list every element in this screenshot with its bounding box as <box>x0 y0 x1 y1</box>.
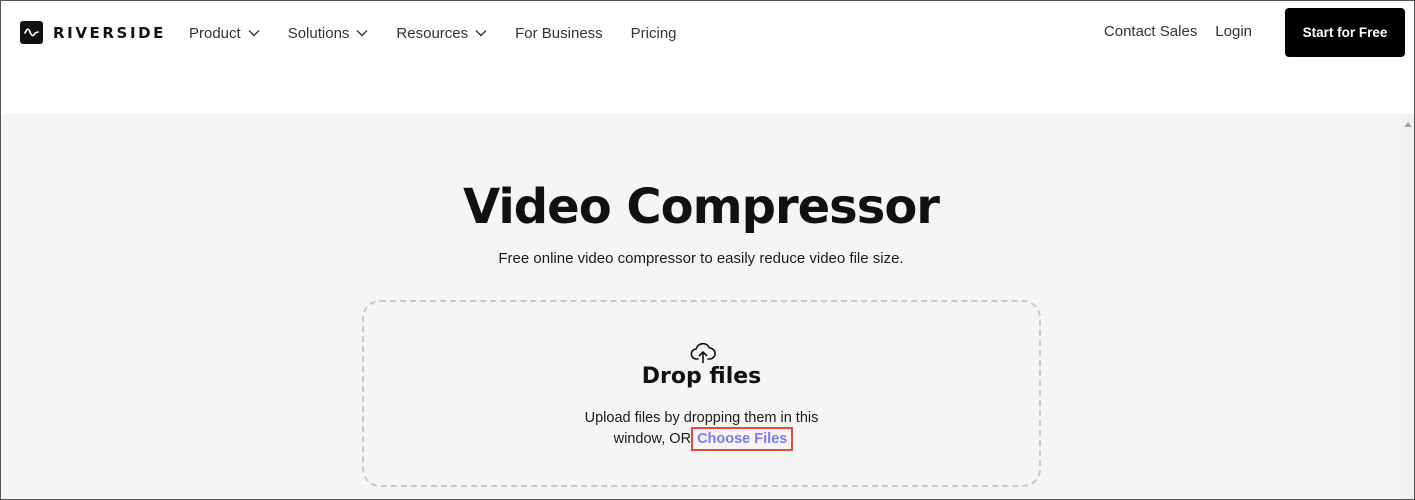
login-link[interactable]: Login <box>1215 23 1252 40</box>
dropzone-description-prefix: window, OR <box>613 431 692 447</box>
account-nav: Contact Sales Login <box>1086 23 1252 40</box>
nav-item-resources[interactable]: Resources <box>396 23 487 43</box>
dropzone-description: Upload files by dropping them in this wi… <box>364 408 1039 451</box>
start-for-free-button[interactable]: Start for Free <box>1285 8 1405 57</box>
nav-item-label: Pricing <box>630 24 677 42</box>
brand-logo[interactable]: RIVERSIDE <box>20 21 166 44</box>
page-scrollbar[interactable] <box>1401 114 1414 499</box>
nav-item-label: Solutions <box>287 24 350 42</box>
nav-item-label: Resources <box>396 24 469 42</box>
page-title: Video Compressor <box>463 179 940 235</box>
page-subtitle: Free online video compressor to easily r… <box>498 250 904 267</box>
main-nav: Product Solutions Resources For Business… <box>189 23 705 43</box>
wave-icon <box>20 21 43 44</box>
nav-item-for-business[interactable]: For Business <box>515 23 603 43</box>
chevron-down-icon <box>248 29 260 37</box>
chevron-down-icon <box>356 29 368 37</box>
hero-section: Video Compressor Free online video compr… <box>1 114 1401 499</box>
nav-item-label: Product <box>189 24 241 42</box>
chevron-down-icon <box>475 29 487 37</box>
nav-item-pricing[interactable]: Pricing <box>631 23 677 43</box>
nav-item-solutions[interactable]: Solutions <box>288 23 369 43</box>
file-dropzone[interactable]: Drop files Upload files by dropping them… <box>362 300 1041 487</box>
nav-item-label: For Business <box>515 24 603 42</box>
choose-files-link[interactable]: Choose Files <box>691 427 794 451</box>
site-header: RIVERSIDE Product Solutions Resources Fo… <box>1 1 1414 114</box>
cloud-upload-icon <box>690 342 716 364</box>
dropzone-title: Drop files <box>641 364 762 389</box>
nav-item-product[interactable]: Product <box>189 23 260 43</box>
contact-sales-link[interactable]: Contact Sales <box>1104 23 1197 40</box>
scroll-up-arrow-icon[interactable] <box>1404 122 1412 127</box>
dropzone-description-line1: Upload files by dropping them in this <box>584 410 819 426</box>
brand-name: RIVERSIDE <box>53 23 167 42</box>
